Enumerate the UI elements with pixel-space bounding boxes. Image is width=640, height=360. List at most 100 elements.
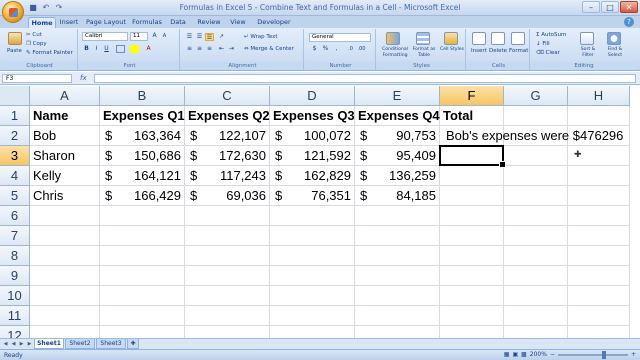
- format-painter-button[interactable]: ✎ Format Painter: [26, 49, 73, 57]
- cell-h12[interactable]: [568, 326, 630, 338]
- cell-f2[interactable]: Bob's expenses were $476296: [440, 126, 623, 146]
- font-size-select[interactable]: 11: [130, 32, 148, 41]
- cell-d4[interactable]: $162,829: [270, 166, 355, 186]
- increase-indent-icon[interactable]: ⇥: [227, 45, 236, 53]
- cell-e5[interactable]: $84,185: [355, 186, 440, 206]
- column-header-f[interactable]: F: [440, 86, 504, 106]
- cell-f9[interactable]: [440, 266, 504, 286]
- page-break-view-icon[interactable]: ▩: [521, 351, 527, 358]
- cell-a9[interactable]: [30, 266, 100, 286]
- cell-g11[interactable]: [504, 306, 568, 326]
- cell-e7[interactable]: [355, 226, 440, 246]
- first-sheet-icon[interactable]: ◀: [2, 340, 9, 348]
- bold-button[interactable]: B: [82, 45, 91, 53]
- cell-e3[interactable]: $95,409: [355, 146, 440, 166]
- cell-g12[interactable]: [504, 326, 568, 338]
- cell-d3[interactable]: $121,592: [270, 146, 355, 166]
- cell-g6[interactable]: [504, 206, 568, 226]
- fill-color-icon[interactable]: [130, 45, 139, 53]
- cell-f10[interactable]: [440, 286, 504, 306]
- office-button[interactable]: [2, 1, 24, 23]
- minimize-button[interactable]: –: [582, 1, 600, 13]
- tab-view[interactable]: View: [228, 17, 248, 28]
- cell-b5[interactable]: $166,429: [100, 186, 185, 206]
- cell-c7[interactable]: [185, 226, 270, 246]
- cell-d2[interactable]: $100,072: [270, 126, 355, 146]
- worksheet-grid[interactable]: A B C D E F G H 1 2 3 4 5 6 7 8 9 10 11 12 Name Expenses Q1 Ex…: [0, 86, 640, 338]
- tab-home[interactable]: Home: [28, 17, 56, 28]
- tab-developer[interactable]: Developer: [256, 17, 292, 28]
- orientation-icon[interactable]: ↗: [217, 33, 226, 41]
- decrease-decimal-icon[interactable]: .00: [357, 45, 366, 53]
- find-select-button[interactable]: Find & Select: [602, 47, 628, 59]
- cell-e11[interactable]: [355, 306, 440, 326]
- cell-a2[interactable]: Bob: [30, 126, 100, 146]
- cell-g1[interactable]: [504, 106, 568, 126]
- cell-b7[interactable]: [100, 226, 185, 246]
- sheet-tab-sheet1[interactable]: Sheet1: [34, 339, 64, 349]
- sheet-tab-sheet3[interactable]: Sheet3: [96, 339, 126, 349]
- column-header-b[interactable]: B: [100, 86, 185, 106]
- insert-sheet-icon[interactable]: ✚: [127, 339, 139, 349]
- find-select-icon[interactable]: [607, 32, 621, 45]
- row-header-6[interactable]: 6: [0, 206, 30, 226]
- row-header-3[interactable]: 3: [0, 146, 30, 166]
- number-format-select[interactable]: General: [309, 33, 371, 42]
- cell-d10[interactable]: [270, 286, 355, 306]
- cell-f8[interactable]: [440, 246, 504, 266]
- cell-f12[interactable]: [440, 326, 504, 338]
- cell-b2[interactable]: $163,364: [100, 126, 185, 146]
- column-header-h[interactable]: H: [568, 86, 630, 106]
- cell-c9[interactable]: [185, 266, 270, 286]
- wrap-text-button[interactable]: ↵ Wrap Text: [244, 33, 278, 41]
- cell-g8[interactable]: [504, 246, 568, 266]
- sort-filter-icon[interactable]: [580, 32, 594, 45]
- row-header-5[interactable]: 5: [0, 186, 30, 206]
- select-all-corner[interactable]: [0, 86, 30, 106]
- row-header-4[interactable]: 4: [0, 166, 30, 186]
- row-header-11[interactable]: 11: [0, 306, 30, 326]
- cell-c1[interactable]: Expenses Q2: [185, 106, 270, 126]
- italic-button[interactable]: I: [92, 45, 101, 53]
- format-cells-button[interactable]: Format: [509, 47, 528, 55]
- merge-center-button[interactable]: ⇔ Merge & Center: [244, 45, 294, 53]
- cell-c12[interactable]: [185, 326, 270, 338]
- tab-page-layout[interactable]: Page Layout: [86, 17, 126, 28]
- grow-font-icon[interactable]: A: [150, 32, 159, 40]
- cell-h11[interactable]: [568, 306, 630, 326]
- tab-data[interactable]: Data: [168, 17, 188, 28]
- cell-h10[interactable]: [568, 286, 630, 306]
- cell-h6[interactable]: [568, 206, 630, 226]
- page-layout-view-icon[interactable]: ▣: [512, 351, 518, 358]
- close-button[interactable]: ✕: [620, 1, 638, 13]
- cell-h4[interactable]: [568, 166, 630, 186]
- zoom-slider[interactable]: [557, 350, 628, 359]
- format-cells-icon[interactable]: [511, 32, 525, 45]
- row-header-1[interactable]: 1: [0, 106, 30, 126]
- row-header-12[interactable]: 12: [0, 326, 30, 338]
- active-cell-selection[interactable]: [439, 145, 506, 168]
- cell-b4[interactable]: $164,121: [100, 166, 185, 186]
- fill-button[interactable]: ↓ Fill: [536, 40, 550, 48]
- clear-button[interactable]: ⌫ Clear: [536, 49, 560, 57]
- cell-c2[interactable]: $122,107: [185, 126, 270, 146]
- format-table-button[interactable]: Format as Table: [411, 47, 437, 59]
- column-header-e[interactable]: E: [355, 86, 440, 106]
- cell-styles-button[interactable]: Cell Styles: [440, 47, 464, 53]
- font-color-icon[interactable]: A: [144, 45, 153, 53]
- cell-c5[interactable]: $69,036: [185, 186, 270, 206]
- comma-button[interactable]: ,: [332, 45, 341, 53]
- cell-h1[interactable]: [568, 106, 630, 126]
- align-bottom-icon[interactable]: ☰: [205, 33, 214, 41]
- zoom-out-icon[interactable]: −: [550, 351, 555, 358]
- tab-formulas[interactable]: Formulas: [132, 17, 162, 28]
- column-header-g[interactable]: G: [504, 86, 568, 106]
- last-sheet-icon[interactable]: ▶: [26, 340, 33, 348]
- format-table-icon[interactable]: [416, 32, 430, 45]
- prev-sheet-icon[interactable]: ◀: [10, 340, 17, 348]
- cell-styles-icon[interactable]: [444, 32, 458, 45]
- cell-f11[interactable]: [440, 306, 504, 326]
- cell-e2[interactable]: $90,753: [355, 126, 440, 146]
- align-right-icon[interactable]: ≡: [205, 45, 214, 53]
- cell-e1[interactable]: Expenses Q4: [355, 106, 440, 126]
